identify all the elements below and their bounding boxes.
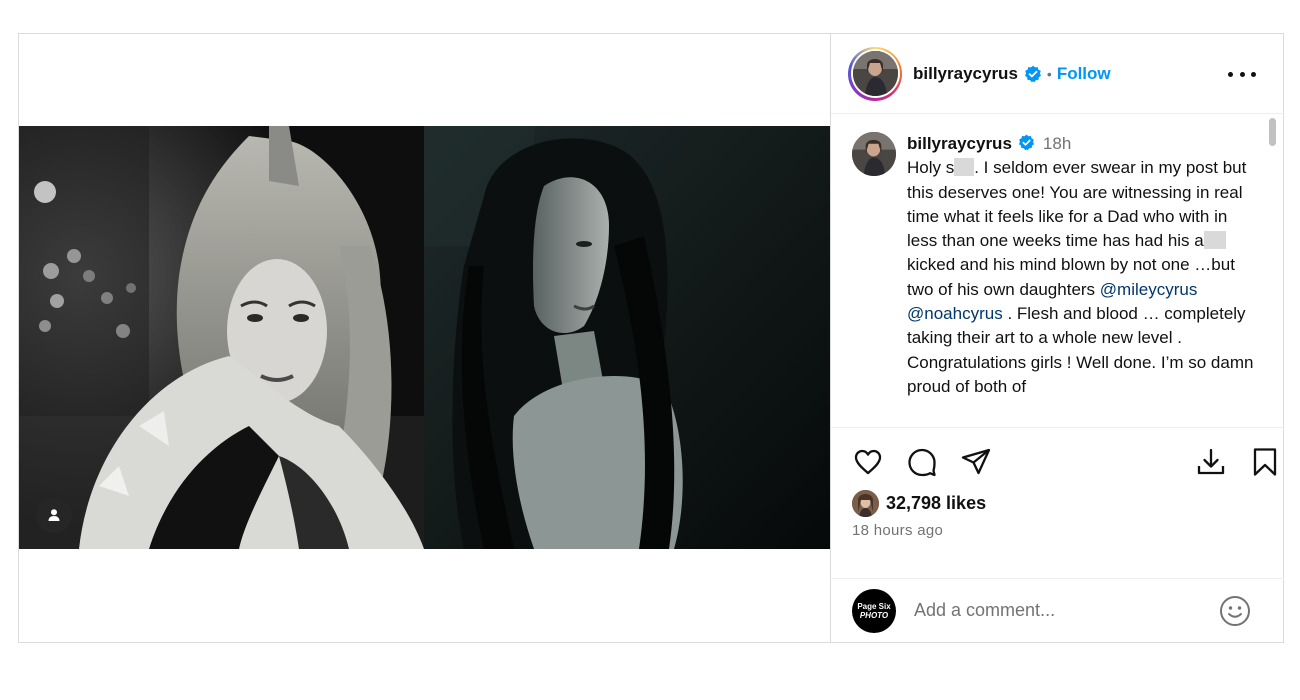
likes-row: 32,798 likes — [852, 490, 986, 517]
emoji-smile-icon — [1220, 596, 1250, 626]
caption-text: billyraycyrus 18h Holy s. I seldom ever … — [907, 132, 1257, 399]
comment-input[interactable] — [914, 600, 1204, 621]
user-tag-button[interactable] — [36, 497, 72, 533]
instagram-post-card: billyraycyrus • Follow billyraycyrus 18h… — [18, 33, 1284, 643]
post-header: billyraycyrus • Follow — [831, 34, 1284, 114]
comment-button[interactable] — [905, 445, 939, 479]
verified-badge-icon — [1024, 65, 1041, 82]
verified-badge-icon — [1018, 134, 1034, 151]
post-time-ago[interactable]: 18 hours ago — [852, 522, 943, 539]
caption-scroll-area[interactable]: billyraycyrus 18h Holy s. I seldom ever … — [831, 114, 1284, 426]
comment-bubble-icon — [908, 448, 936, 477]
censor-block — [954, 158, 975, 177]
author-story-ring[interactable] — [848, 46, 902, 101]
like-button[interactable] — [851, 445, 885, 479]
separator-dot: • — [1046, 65, 1052, 82]
photo-collage — [19, 126, 830, 549]
more-options-icon[interactable] — [1228, 64, 1256, 84]
caption-author-avatar[interactable] — [852, 132, 896, 176]
mention-noahcyrus[interactable]: @noahcyrus — [907, 304, 1003, 323]
liker-avatar[interactable] — [852, 490, 879, 517]
mention-mileycyrus[interactable]: @mileycyrus — [1100, 280, 1198, 299]
download-icon — [1197, 448, 1225, 475]
censor-block — [1203, 231, 1226, 250]
add-comment-row: Page Six PHOTO — [831, 578, 1284, 642]
photo-right-dark-haired-woman — [424, 126, 830, 549]
commenter-avatar-line1: Page Six — [857, 601, 891, 611]
commenter-avatar-line2: PHOTO — [859, 610, 889, 620]
heart-icon — [854, 449, 882, 475]
paper-plane-icon — [961, 448, 991, 475]
post-side-panel: billyraycyrus • Follow billyraycyrus 18h… — [830, 34, 1284, 642]
share-button[interactable] — [959, 445, 993, 479]
user-tag-icon — [48, 509, 60, 521]
caption-username[interactable]: billyraycyrus — [907, 134, 1012, 153]
author-avatar — [852, 51, 898, 96]
emoji-button[interactable] — [1218, 594, 1252, 628]
bookmark-icon — [1253, 448, 1277, 476]
caption-segment-1: Holy s — [907, 158, 955, 178]
scrollbar-thumb[interactable] — [1269, 118, 1276, 146]
commenter-avatar: Page Six PHOTO — [852, 588, 896, 633]
download-button[interactable] — [1194, 445, 1228, 479]
caption-scrollbar[interactable] — [1269, 118, 1276, 418]
follow-button[interactable]: Follow — [1057, 64, 1111, 84]
caption-timestamp[interactable]: 18h — [1043, 134, 1071, 153]
photo-left-blonde-woman — [19, 126, 424, 549]
author-username[interactable]: billyraycyrus — [913, 64, 1018, 84]
likes-count[interactable]: 32,798 likes — [886, 493, 986, 514]
post-actions: 32,798 likes 18 hours ago Page Six PHOTO — [831, 427, 1284, 642]
post-media[interactable] — [19, 34, 830, 642]
save-button[interactable] — [1248, 445, 1282, 479]
